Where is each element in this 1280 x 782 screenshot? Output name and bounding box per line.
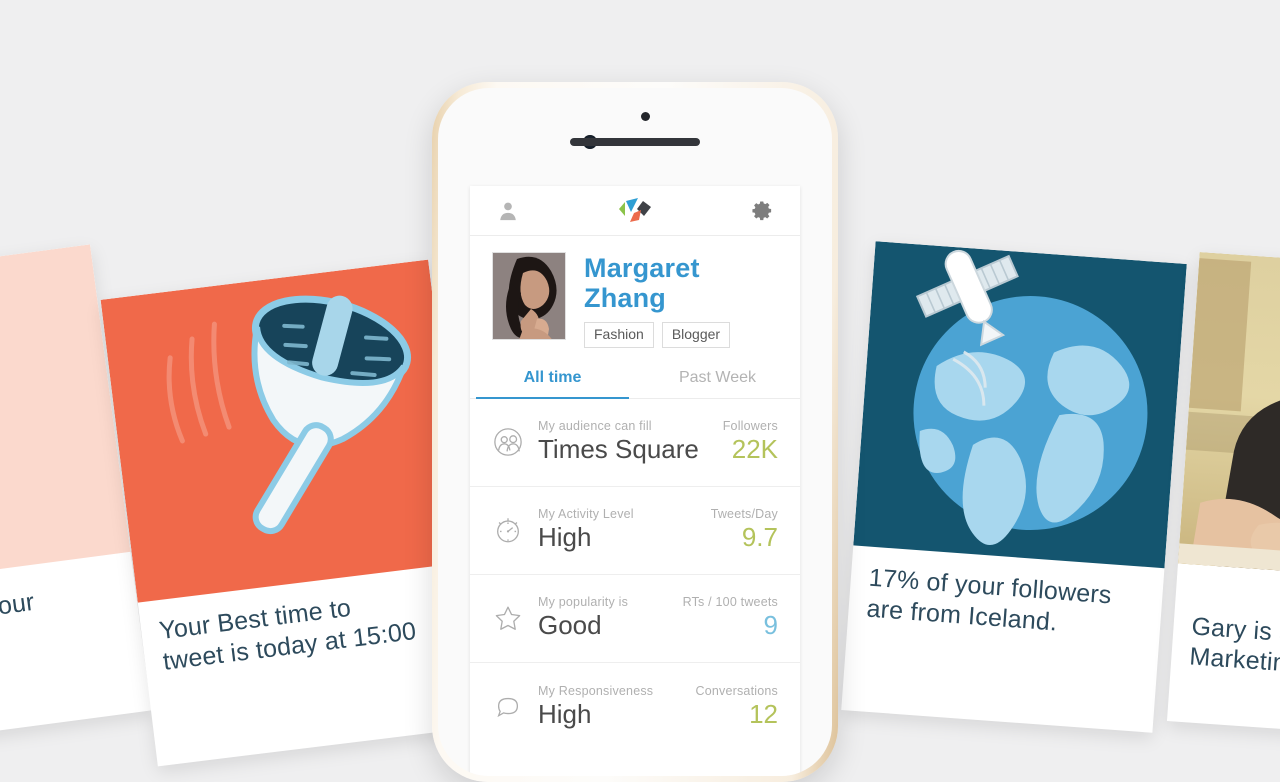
- profile-photo[interactable]: [492, 252, 566, 340]
- stat-popularity-label: My popularity is: [538, 595, 629, 610]
- speech-bubble-icon: [484, 692, 532, 722]
- app-bar: [470, 186, 800, 236]
- stat-popularity-right-label: RTs / 100 tweets: [682, 595, 778, 610]
- stat-row-activity[interactable]: My Activity Level High Tweets/Day 9.7: [470, 487, 800, 575]
- stat-audience-main: My audience can fill Times Square: [532, 419, 723, 466]
- stat-activity-label: My Activity Level: [538, 507, 634, 522]
- profile-header: Margaret Zhang Fashion Blogger: [470, 236, 800, 358]
- stat-responsiveness-right: Conversations 12: [695, 684, 778, 731]
- profile-meta: Margaret Zhang Fashion Blogger: [584, 252, 778, 348]
- stat-activity-right-value: 9.7: [741, 522, 778, 553]
- tab-past-week[interactable]: Past Week: [635, 358, 800, 398]
- card-gary-caption: Gary is a Friend Marketing Influe Follow…: [1167, 563, 1280, 742]
- phone-mockup: Margaret Zhang Fashion Blogger All time …: [432, 82, 838, 782]
- follow-him-link[interactable]: Follow Him: [1186, 682, 1280, 719]
- star-icon: [484, 603, 532, 633]
- card-iceland[interactable]: 17% of your followers are from Iceland.: [841, 241, 1187, 733]
- profile-tags: Fashion Blogger: [584, 322, 778, 348]
- klout-diamond-logo[interactable]: [612, 196, 658, 226]
- stat-audience-label: My audience can fill: [538, 419, 652, 434]
- stat-popularity-value: Good: [538, 610, 602, 641]
- tag-blogger[interactable]: Blogger: [661, 322, 731, 348]
- phone-screen-area: Margaret Zhang Fashion Blogger All time …: [438, 88, 832, 776]
- stat-responsiveness-right-value: 12: [749, 698, 778, 729]
- stat-audience-right-label: Followers: [722, 419, 778, 434]
- stat-audience-right-value: 22K: [731, 434, 778, 465]
- person-icon[interactable]: [488, 200, 528, 222]
- waving-hand-illustration: [0, 244, 131, 591]
- gear-icon[interactable]: [742, 199, 782, 222]
- tag-fashion[interactable]: Fashion: [584, 322, 654, 348]
- tab-all-time[interactable]: All time: [470, 358, 635, 399]
- card-gary-caption-text: Gary is a Friend Marketing Influe: [1188, 611, 1280, 679]
- card-iceland-caption: 17% of your followers are from Iceland.: [865, 563, 1113, 636]
- stat-row-responsiveness[interactable]: My Responsiveness High Conversations 12: [470, 663, 800, 751]
- stat-activity-right-label: Tweets/Day: [710, 507, 778, 522]
- globe-satellite-illustration: [853, 241, 1187, 569]
- stat-row-popularity[interactable]: My popularity is Good RTs / 100 tweets 9: [470, 575, 800, 663]
- megaphone-illustration: [100, 259, 466, 603]
- stopwatch-icon: [484, 515, 532, 545]
- card-friends-caption: and Cole are your t friends: [0, 587, 37, 623]
- time-range-tabs: All time Past Week: [470, 358, 800, 399]
- stat-activity-value: High: [538, 522, 592, 553]
- stat-responsiveness-main: My Responsiveness High: [532, 684, 695, 731]
- stat-row-audience[interactable]: My audience can fill Times Square Follow…: [470, 399, 800, 487]
- stat-responsiveness-right-label: Conversations: [695, 683, 778, 698]
- stat-audience-value: Times Square: [538, 434, 699, 465]
- stat-popularity-right: RTs / 100 tweets 9: [683, 595, 778, 642]
- scene: and Cole are your t friends: [0, 0, 1280, 782]
- card-best-time[interactable]: Your Best time to tweet is today at 15:0…: [100, 259, 486, 767]
- stat-popularity-main: My popularity is Good: [532, 595, 683, 642]
- stats-list: My audience can fill Times Square Follow…: [470, 399, 800, 776]
- stat-popularity-right-value: 9: [763, 610, 778, 641]
- stat-audience-right: Followers 22K: [723, 419, 778, 466]
- audience-icon: [484, 427, 532, 457]
- stat-activity-main: My Activity Level High: [532, 507, 711, 554]
- profile-name: Margaret Zhang: [584, 253, 700, 313]
- stat-activity-right: Tweets/Day 9.7: [711, 507, 778, 554]
- stat-responsiveness-label: My Responsiveness: [538, 683, 654, 698]
- proximity-sensor-icon: [641, 112, 650, 121]
- stat-responsiveness-value: High: [538, 698, 592, 729]
- earpiece-speaker-icon: [570, 138, 700, 146]
- app-screen: Margaret Zhang Fashion Blogger All time …: [470, 186, 800, 776]
- card-gary[interactable]: Gary is a Friend Marketing Influe Follow…: [1166, 252, 1280, 742]
- person-photo: [1177, 252, 1280, 585]
